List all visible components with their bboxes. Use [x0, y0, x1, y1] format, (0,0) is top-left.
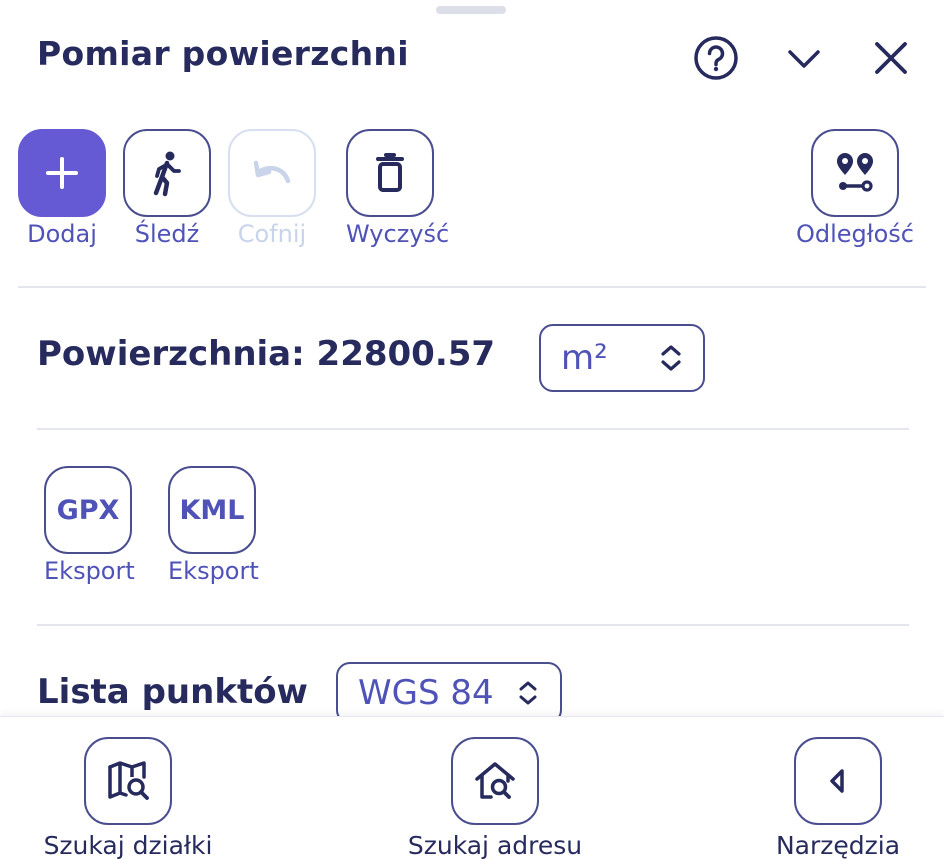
home-search-icon [475, 762, 515, 799]
export-label: Eksport [44, 557, 135, 585]
points-list-title: Lista punktów [37, 672, 308, 712]
clear-label: Wyczyść [346, 220, 450, 248]
track-tool[interactable]: Śledź [123, 129, 211, 248]
bottom-nav: Szukaj działki Szukaj adresu Narzędzia [0, 716, 944, 859]
search-address-button[interactable] [451, 737, 539, 825]
route-pins-icon [837, 153, 873, 192]
export-label: Eksport [168, 557, 259, 585]
undo-label: Cofnij [237, 220, 307, 248]
nav-search-parcel[interactable]: Szukaj działki [30, 737, 226, 859]
arrow-left-icon [830, 769, 844, 793]
clear-button[interactable] [346, 129, 434, 217]
search-parcel-button[interactable] [84, 737, 172, 825]
add-button[interactable] [18, 129, 106, 217]
undo-icon [253, 160, 291, 184]
distance-button[interactable] [811, 129, 899, 217]
undo-button[interactable] [228, 129, 316, 217]
add-label: Dodaj [27, 220, 97, 248]
area-value: Powierzchnia: 22800.57 [37, 334, 496, 374]
divider [37, 624, 909, 626]
tools-button[interactable] [794, 737, 882, 825]
nav-label: Szukaj działki [43, 831, 213, 859]
unit-select[interactable]: m² [539, 324, 705, 392]
close-icon [875, 42, 907, 74]
export-kml[interactable]: KML Eksport [168, 466, 259, 585]
chevron-up-down-icon [653, 340, 689, 376]
nav-search-address[interactable]: Szukaj adresu [394, 737, 596, 859]
track-button[interactable] [123, 129, 211, 217]
crs-select[interactable]: WGS 84 [336, 662, 562, 724]
panel-title: Pomiar powierzchni [37, 34, 409, 73]
export-gpx-button[interactable]: GPX [44, 466, 132, 554]
distance-tool[interactable]: Odległość [796, 129, 914, 248]
map-search-icon [108, 761, 149, 800]
divider [37, 428, 909, 430]
track-label: Śledź [134, 220, 200, 248]
add-tool[interactable]: Dodaj [18, 129, 106, 248]
undo-tool[interactable]: Cofnij [228, 129, 316, 248]
collapse-button[interactable] [780, 34, 828, 82]
export-gpx[interactable]: GPX Eksport [44, 466, 135, 585]
divider [18, 286, 926, 288]
help-circle-icon [694, 36, 738, 80]
plus-icon [46, 157, 78, 189]
nav-label: Szukaj adresu [407, 831, 583, 859]
close-button[interactable] [867, 34, 915, 82]
chevron-down-icon [788, 50, 820, 68]
nav-tools[interactable]: Narzędzia [762, 737, 914, 859]
drag-handle[interactable] [436, 6, 506, 14]
help-button[interactable] [692, 34, 740, 82]
export-kml-button[interactable]: KML [168, 466, 256, 554]
chevron-up-down-icon [510, 675, 546, 711]
unit-value: m² [561, 338, 608, 378]
clear-tool[interactable]: Wyczyść [346, 129, 450, 248]
trash-icon [376, 153, 404, 192]
panel-header: Pomiar powierzchni [37, 30, 914, 86]
export-format: GPX [56, 494, 120, 526]
walking-person-icon [153, 151, 181, 197]
crs-value: WGS 84 [358, 673, 494, 713]
nav-label: Narzędzia [775, 831, 901, 859]
export-format: KML [179, 494, 245, 526]
distance-label: Odległość [796, 220, 914, 248]
